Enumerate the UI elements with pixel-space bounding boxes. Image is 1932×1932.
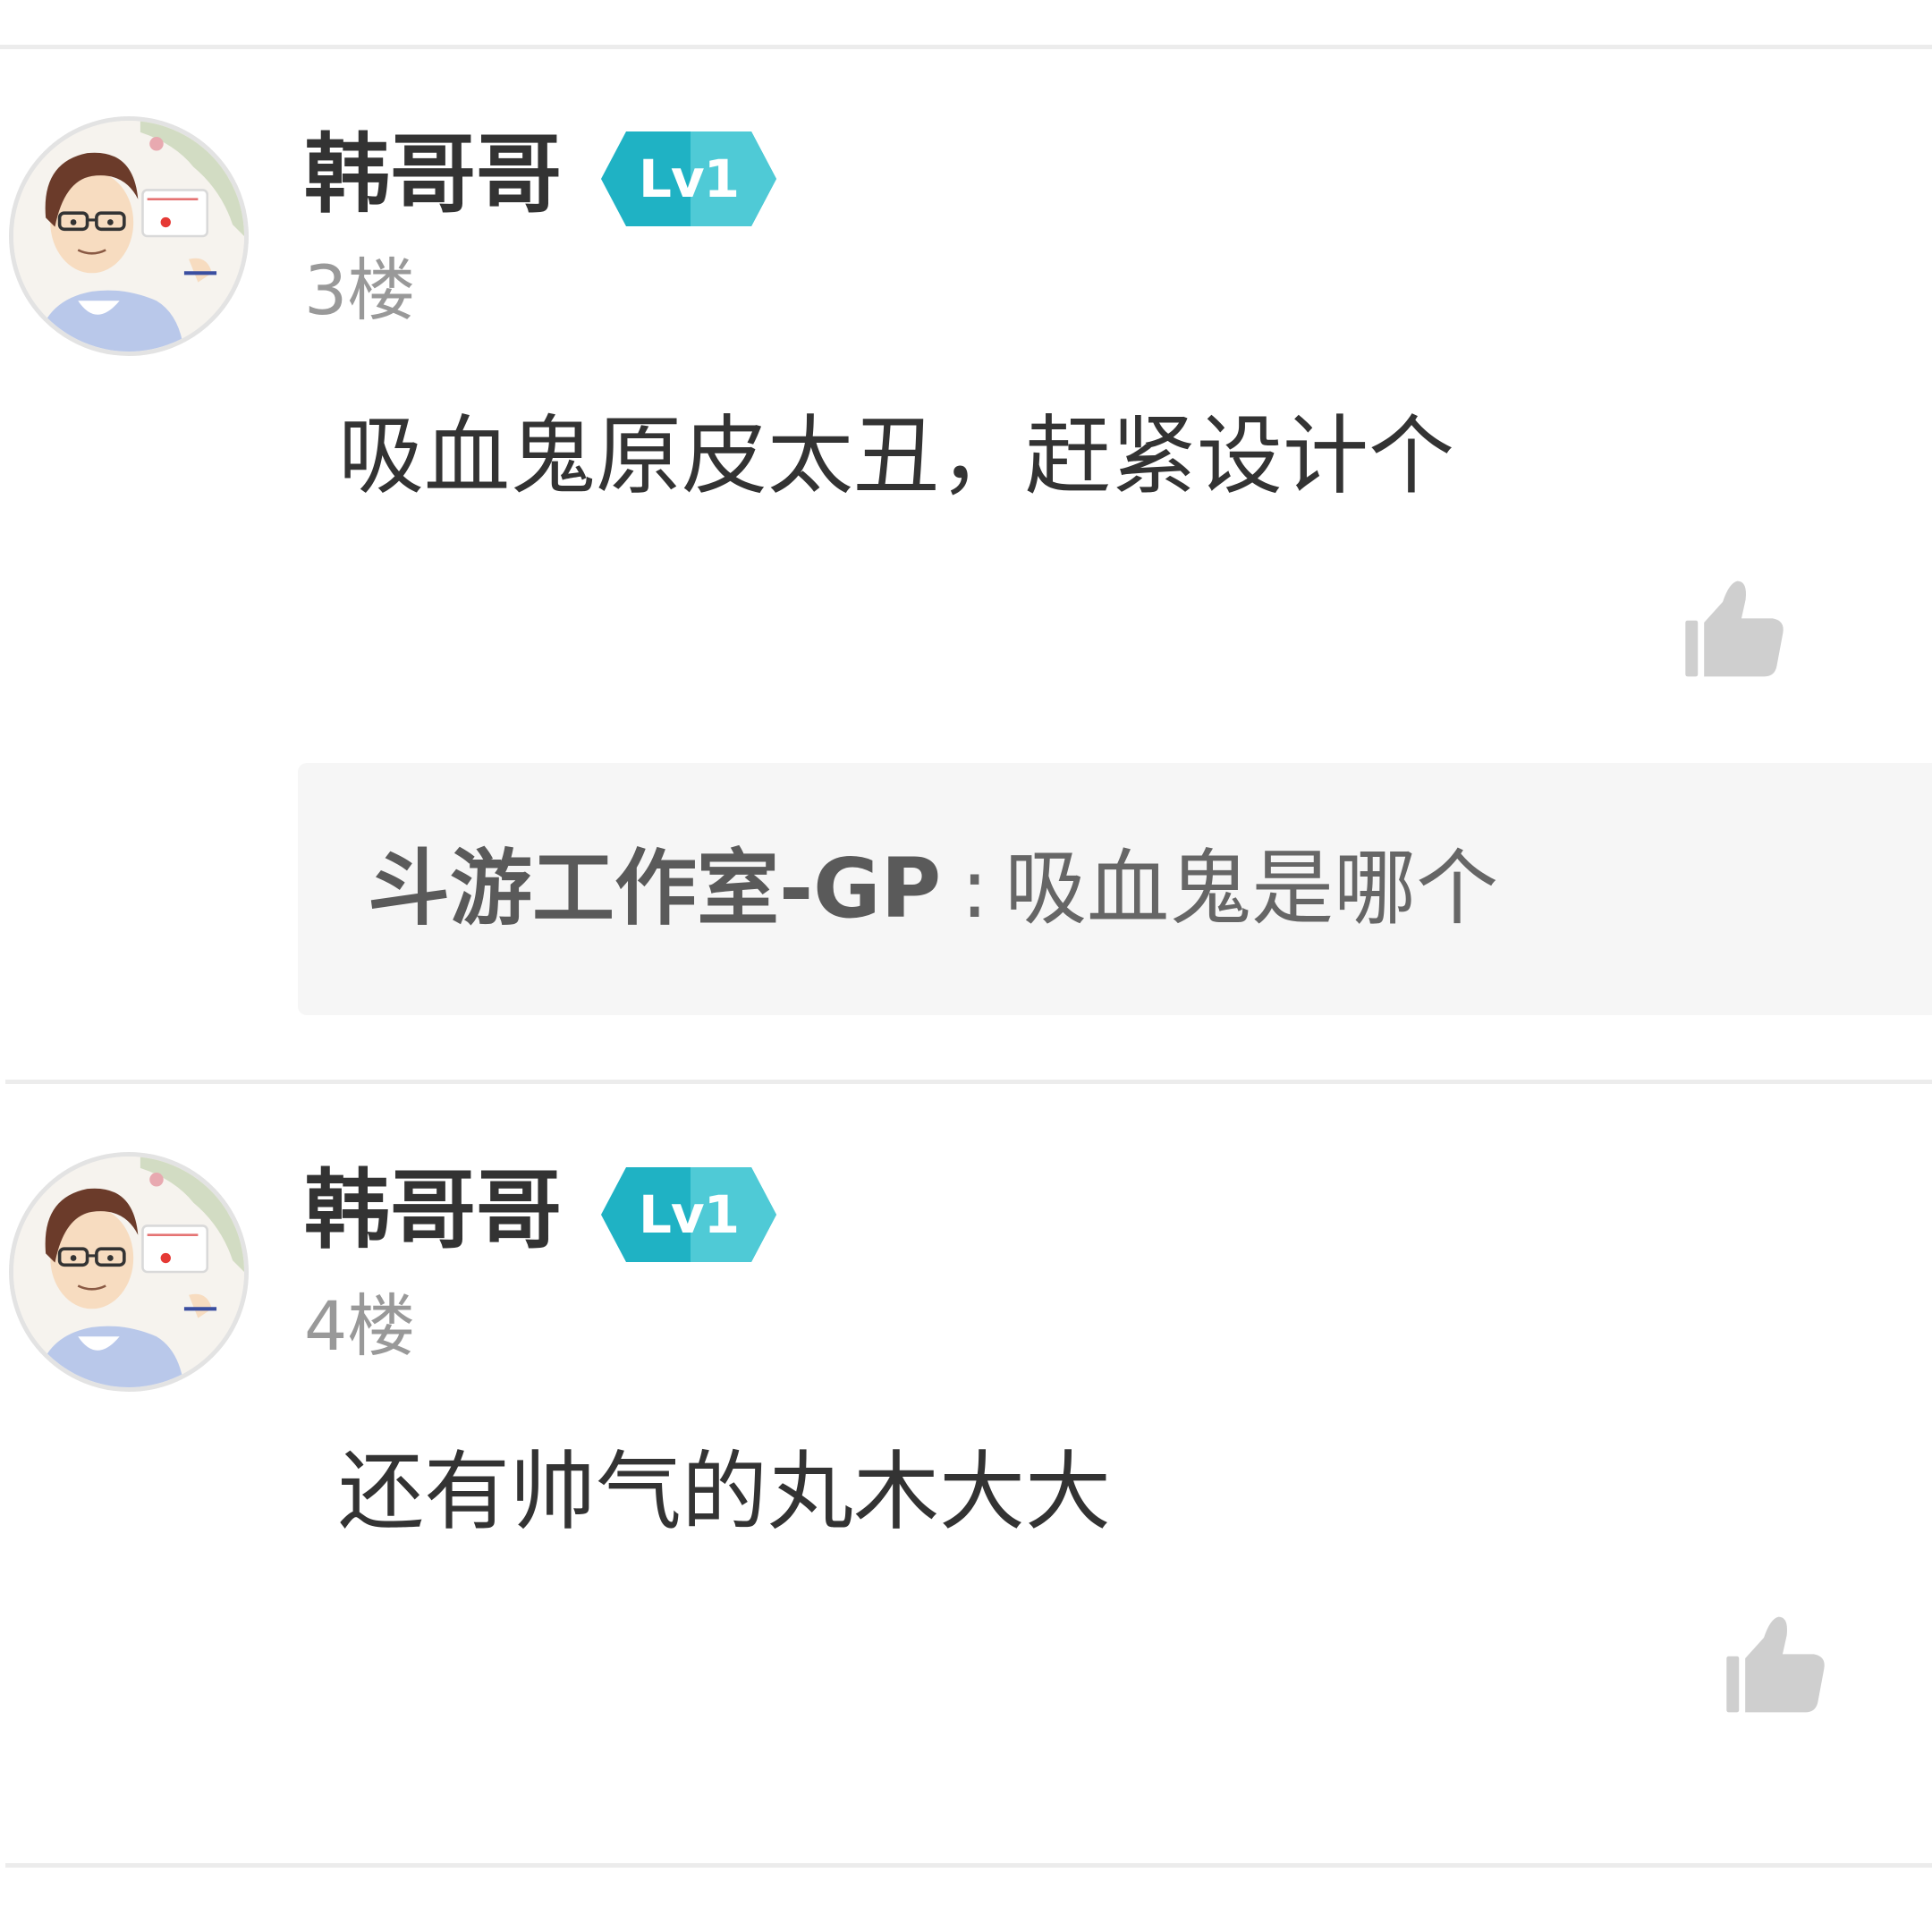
thumbs-up-icon xyxy=(1726,1616,1825,1713)
floor-number: 4楼 xyxy=(304,1286,416,1366)
like-button[interactable] xyxy=(1724,1613,1828,1716)
username[interactable]: 韩哥哥 xyxy=(304,1161,562,1259)
comment-item: 韩哥哥 Lv1 4楼 还有帅气的丸木大大 xyxy=(0,1152,1932,1850)
comment-text: 吸血鬼原皮太丑，赶紧设计个 xyxy=(338,406,1454,506)
level-label: Lv1 xyxy=(638,1184,740,1245)
comment-list-page: 韩哥哥 Lv1 3楼 吸血鬼原皮太丑，赶紧设计个 斗游工作室-GP: 吸血鬼是哪个 xyxy=(0,0,1932,1932)
divider-bottom xyxy=(5,1863,1932,1868)
floor-number: 3楼 xyxy=(304,250,416,330)
avatar[interactable] xyxy=(9,1152,249,1392)
avatar-illustration xyxy=(13,121,244,352)
reply-text: 吸血鬼是哪个 xyxy=(1004,841,1499,936)
reply-separator: : xyxy=(961,841,989,936)
avatar-illustration xyxy=(13,1157,244,1387)
reply-box[interactable]: 斗游工作室-GP: 吸血鬼是哪个 xyxy=(298,763,1932,1015)
thumbs-up-icon xyxy=(1685,580,1784,677)
divider-top xyxy=(0,45,1932,49)
comment-item: 韩哥哥 Lv1 3楼 吸血鬼原皮太丑，赶紧设计个 斗游工作室-GP: 吸血鬼是哪个 xyxy=(0,116,1932,1029)
level-label: Lv1 xyxy=(638,148,740,209)
comment-text: 还有帅气的丸木大大 xyxy=(338,1442,1111,1542)
username[interactable]: 韩哥哥 xyxy=(304,125,562,224)
divider-middle xyxy=(5,1080,1932,1084)
level-badge: Lv1 xyxy=(601,131,776,226)
like-button[interactable] xyxy=(1683,577,1787,681)
reply-line: 斗游工作室-GP: 吸血鬼是哪个 xyxy=(368,839,1498,939)
reply-author[interactable]: 斗游工作室-GP xyxy=(368,841,941,936)
avatar[interactable] xyxy=(9,116,249,356)
level-badge: Lv1 xyxy=(601,1167,776,1262)
